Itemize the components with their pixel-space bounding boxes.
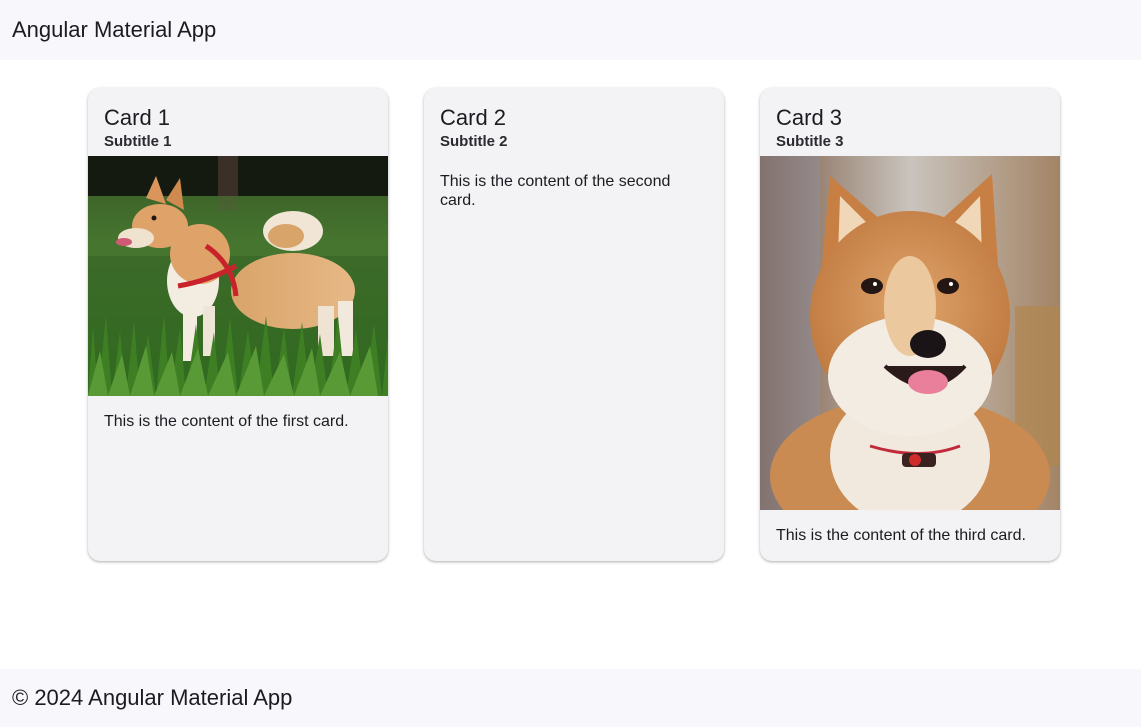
app-title: Angular Material App [12, 17, 217, 42]
card-title: Card 2 [440, 105, 507, 130]
card-subtitle: Subtitle 3 [776, 133, 844, 150]
card-title: Card 1 [104, 105, 171, 130]
card-content: This is the content of the third card. [776, 527, 1026, 544]
card-header: Card 2 Subtitle 2 [424, 88, 724, 156]
card-subtitle: Subtitle 2 [440, 133, 508, 150]
card-header: Card 1 Subtitle 1 [88, 88, 388, 156]
card-content: This is the content of the first card. [104, 413, 349, 430]
card-2: Card 2 Subtitle 2 This is the content of… [424, 88, 724, 561]
card-3: Card 3 Subtitle 3 This is the content of… [760, 88, 1060, 561]
card-grid: Card 1 Subtitle 1 This is the content of… [88, 88, 1060, 561]
shiba-inu-portrait-image [760, 156, 1060, 510]
footer: © 2024 Angular Material App [0, 669, 1141, 727]
card-subtitle: Subtitle 1 [104, 133, 172, 150]
footer-copyright: © 2024 Angular Material App [12, 685, 293, 710]
card-1: Card 1 Subtitle 1 This is the content of… [88, 88, 388, 561]
card-content: This is the content of the second card. [440, 173, 671, 209]
card-header: Card 3 Subtitle 3 [760, 88, 1060, 156]
shiba-inu-standing-image [88, 156, 388, 396]
card-title: Card 3 [776, 105, 843, 130]
top-toolbar: Angular Material App [0, 0, 1141, 60]
